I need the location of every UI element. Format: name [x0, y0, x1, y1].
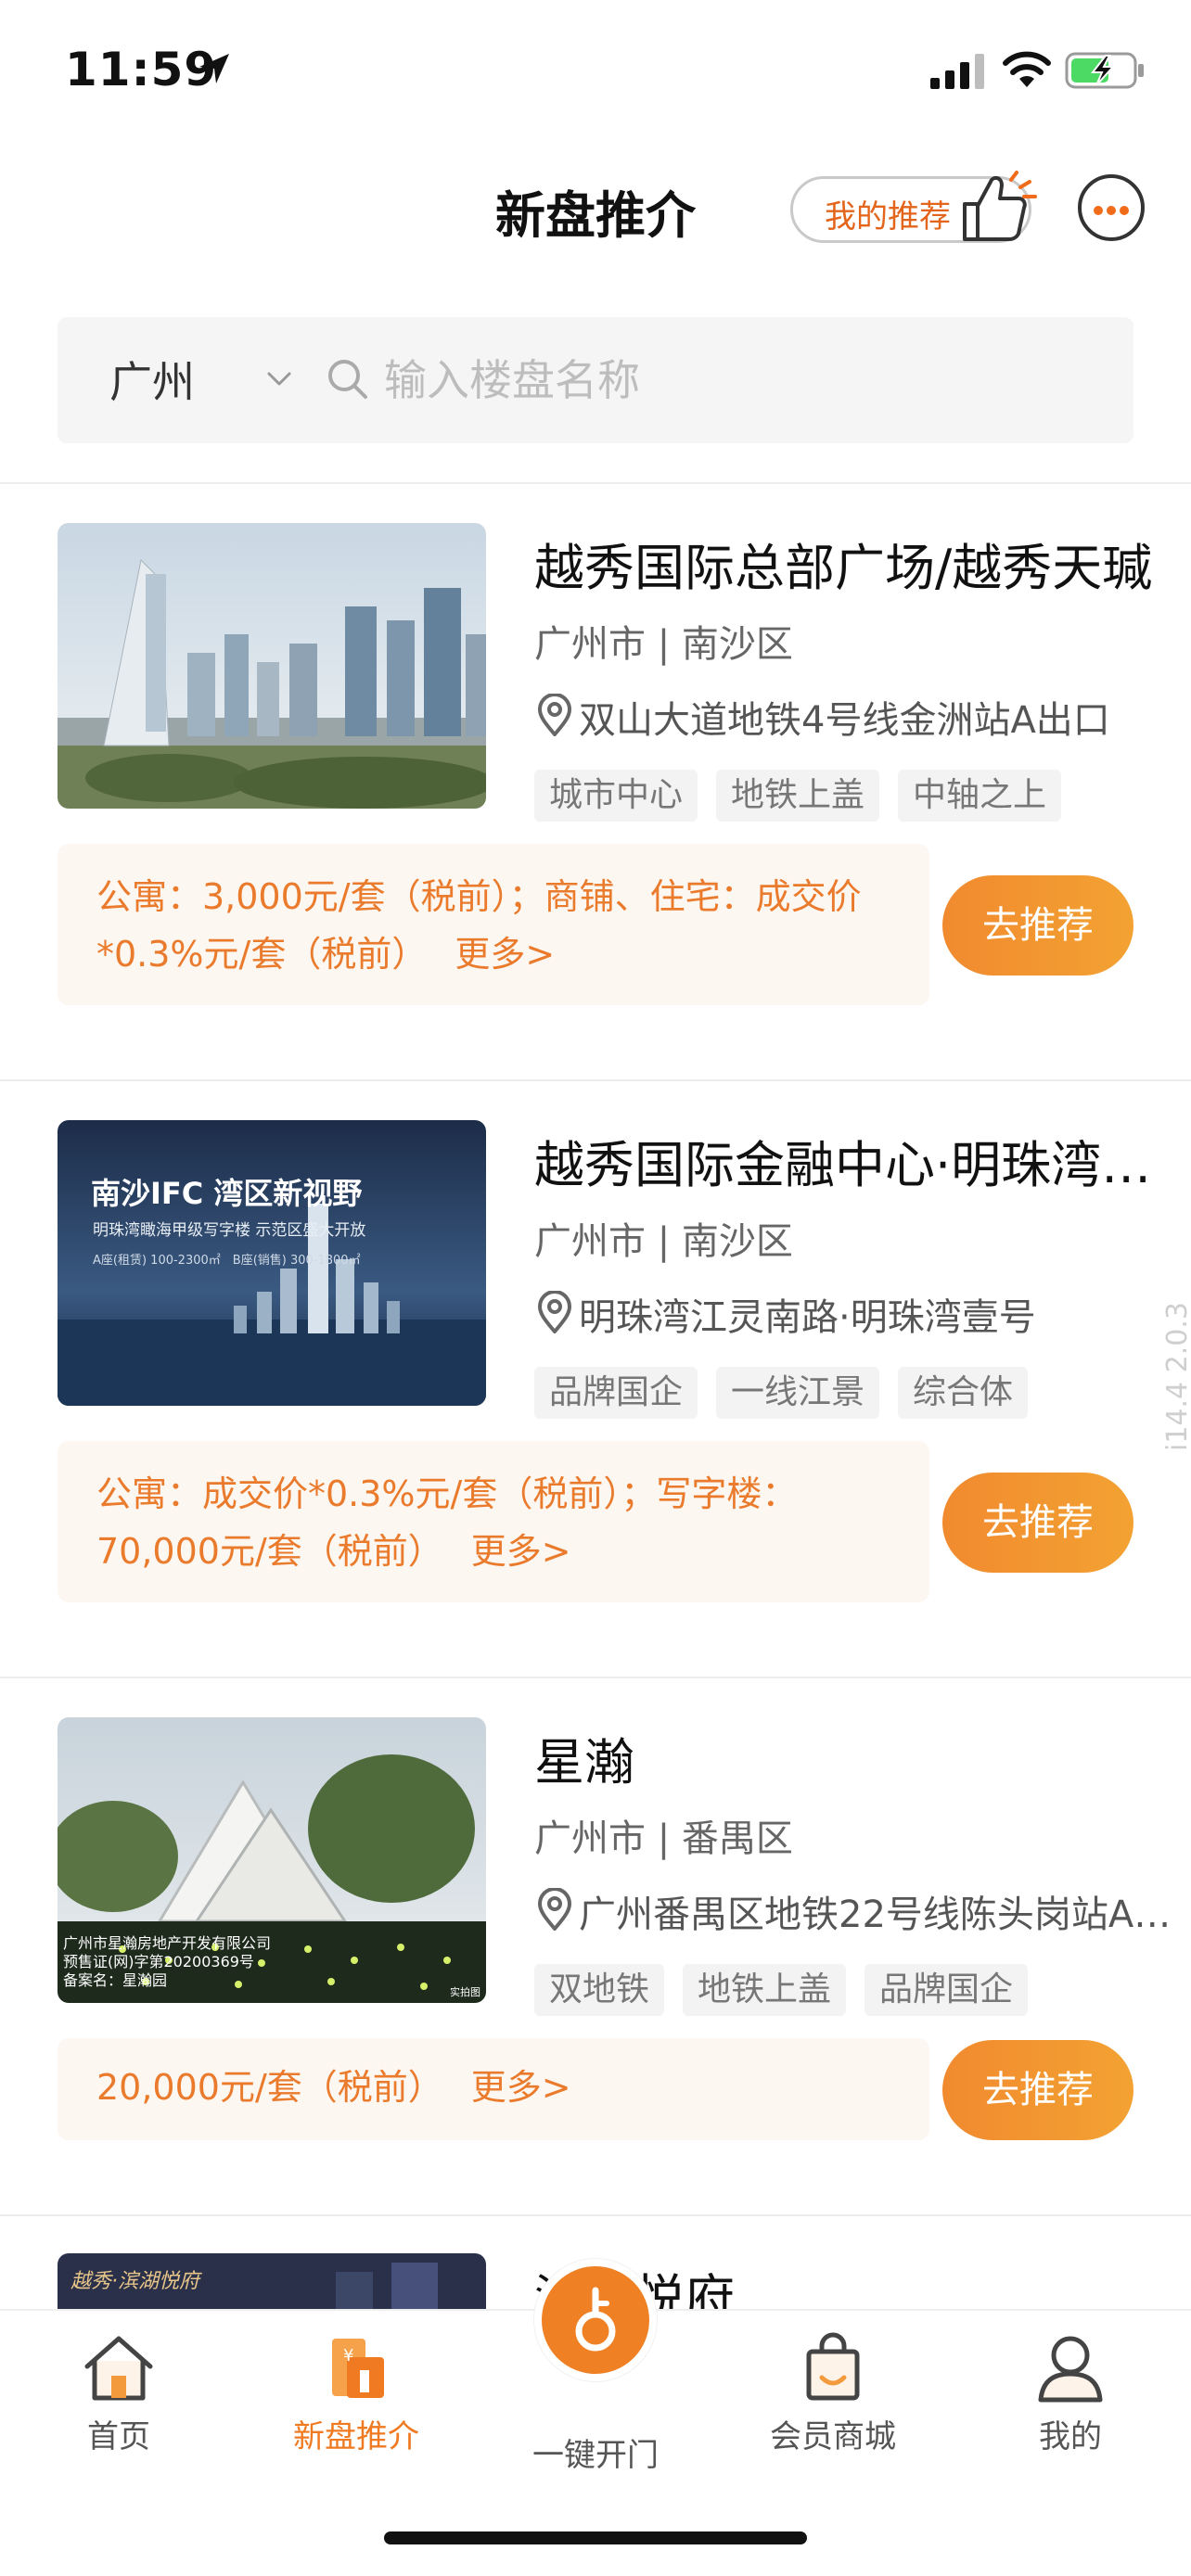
listing-title[interactable]: 星瀚 — [534, 1721, 1174, 1794]
header: 新盘推介 我的推荐 — [0, 148, 1191, 269]
image-spec: A座(租赁) 100-2300㎡ B座(销售) 300-1800㎡ — [93, 1250, 361, 1268]
status-bar: 11:59 — [0, 0, 1191, 139]
location-pin-icon — [537, 1888, 572, 1931]
city-selector[interactable]: 广州 — [109, 349, 195, 410]
more-dot-icon — [1120, 206, 1129, 215]
page: 11:59 新盘推介 我的推荐 广州 输入楼盘名称 越秀国际总部广场/越秀天瑊 … — [0, 0, 1191, 2576]
cellular-signal-icon — [930, 54, 984, 89]
more-link[interactable]: 更多> — [471, 1531, 571, 1572]
my-recommend-label: 我的推荐 — [825, 198, 951, 236]
listing-tag: 品牌国企 — [534, 1367, 698, 1419]
recommend-button[interactable]: 去推荐 — [942, 2040, 1133, 2140]
tab-member-mall[interactable]: 会员商城 — [740, 2331, 926, 2480]
commission-text: 公寓：3,000元/套（税前）；商铺、住宅：成交价*0.3%元/套（税前） 更多> — [96, 868, 903, 983]
home-icon — [84, 2336, 153, 2401]
listing-title[interactable]: 越秀国际总部广场/越秀天瑊 — [534, 527, 1174, 600]
shopping-bag-icon — [806, 2332, 860, 2401]
listing-tags: 品牌国企 一线江景 综合体 — [534, 1367, 1029, 1419]
recommend-button[interactable]: 去推荐 — [942, 1473, 1133, 1573]
more-dot-icon — [1107, 206, 1116, 215]
home-indicator — [384, 2531, 807, 2544]
listing-region: 广州市 | 南沙区 — [534, 1220, 793, 1263]
new-homes-icon: ¥ — [332, 2339, 384, 2398]
listing-tag: 地铁上盖 — [716, 770, 880, 822]
image-corner-label: 实拍图 — [450, 1986, 480, 1998]
listing-region: 广州市 | 番禺区 — [534, 1817, 793, 1860]
search-input[interactable] — [384, 345, 1089, 415]
status-time: 11:59 — [65, 43, 218, 96]
tab-label[interactable]: 一键开门 — [503, 2429, 688, 2475]
listing-tag: 一线江景 — [716, 1367, 880, 1419]
commission-text: 公寓：成交价*0.3%元/套（税前）；写字楼：70,000元/套（税前） 更多> — [96, 1465, 903, 1580]
key-icon — [575, 2287, 616, 2352]
commission-value: 20,000元/套（税前） — [96, 2067, 443, 2108]
listing-address: 双山大道地铁4号线金洲站A出口 — [579, 699, 1110, 742]
divider — [0, 2214, 1191, 2216]
location-pin-icon — [537, 694, 572, 736]
commission-text: 20,000元/套（税前） 更多> — [96, 2059, 903, 2116]
listing-image[interactable]: 南沙IFC 湾区新视野 明珠湾瞰海甲级写字楼 示范区盛大开放 A座(租赁) 10… — [58, 1120, 486, 1406]
tab-label: 我的 — [1039, 2418, 1102, 2455]
listing-card[interactable]: 广州市星瀚房地产开发有限公司 预售证(网)字第20200369号 备案名：星瀚园… — [0, 1680, 1191, 2274]
listing-tag: 综合体 — [898, 1367, 1029, 1419]
image-caption: 广州市星瀚房地产开发有限公司 预售证(网)字第20200369号 备案名：星瀚园 — [63, 1934, 271, 1990]
listing-tag: 地铁上盖 — [683, 1964, 847, 2016]
tab-label: 会员商城 — [770, 2418, 896, 2455]
listing-card[interactable]: 南沙IFC 湾区新视野 明珠湾瞰海甲级写字楼 示范区盛大开放 A座(租赁) 10… — [0, 1083, 1191, 1677]
commission-box[interactable]: 20,000元/套（税前） 更多> — [58, 2038, 929, 2140]
image-spec-b: B座(销售) 300-1800㎡ — [232, 1254, 361, 1268]
battery-charging-icon — [1065, 52, 1144, 89]
one-key-open-button[interactable] — [534, 2259, 657, 2381]
listing-tag: 中轴之上 — [898, 770, 1062, 822]
more-options-button[interactable] — [1078, 174, 1145, 241]
search-bar: 广州 — [58, 317, 1133, 443]
listing-image[interactable] — [58, 523, 486, 809]
image-spec-a: A座(租赁) 100-2300㎡ — [93, 1254, 221, 1268]
tab-label: 新盘推介 — [293, 2418, 419, 2455]
listing-tag: 双地铁 — [534, 1964, 665, 2016]
location-pin-icon — [537, 1291, 572, 1333]
divider — [0, 1677, 1191, 1678]
listing-tags: 城市中心 地铁上盖 中轴之上 — [534, 770, 1062, 822]
svg-text:¥: ¥ — [343, 2346, 353, 2366]
divider — [0, 482, 1191, 484]
location-arrow-icon — [199, 54, 229, 83]
listing-region: 广州市 | 南沙区 — [534, 623, 793, 666]
listing-image[interactable]: 广州市星瀚房地产开发有限公司 预售证(网)字第20200369号 备案名：星瀚园… — [58, 1717, 486, 2003]
listing-address: 明珠湾江灵南路·明珠湾壹号 — [579, 1296, 1036, 1339]
chevron-down-icon[interactable] — [265, 365, 293, 393]
thumbs-up-icon[interactable] — [955, 169, 1039, 243]
image-caption-line: 广州市星瀚房地产开发有限公司 — [63, 1934, 272, 1952]
more-link[interactable]: 更多> — [455, 934, 555, 975]
listing-tags: 双地铁 地铁上盖 品牌国企 — [534, 1964, 1029, 2016]
tab-home[interactable]: 首页 — [26, 2331, 211, 2480]
commission-box[interactable]: 公寓：成交价*0.3%元/套（税前）；写字楼：70,000元/套（税前） 更多> — [58, 1441, 929, 1602]
image-subline: 明珠湾瞰海甲级写字楼 示范区盛大开放 — [93, 1221, 366, 1240]
tab-new-homes[interactable]: ¥ 新盘推介 — [263, 2331, 449, 2480]
image-title: 越秀·滨湖悦府 — [70, 2270, 199, 2293]
tab-label: 首页 — [87, 2418, 150, 2455]
search-icon — [328, 360, 367, 399]
image-caption-line: 预售证(网)字第20200369号 — [63, 1953, 254, 1970]
image-caption-line: 备案名：星瀚园 — [63, 1971, 168, 1989]
listing-address: 广州番禺区地铁22号线陈头岗站A1… — [579, 1894, 1172, 1936]
commission-box[interactable]: 公寓：3,000元/套（税前）；商铺、住宅：成交价*0.3%元/套（税前） 更多> — [58, 844, 929, 1005]
more-dot-icon — [1094, 206, 1103, 215]
version-label: i14.4 2.0.3 — [1161, 1301, 1191, 1451]
listing-tag: 品牌国企 — [864, 1964, 1029, 2016]
tab-mine[interactable]: 我的 — [978, 2331, 1163, 2480]
divider — [0, 1079, 1191, 1081]
commission-value: 公寓：成交价*0.3%元/套（税前）；写字楼：70,000元/套（税前） — [96, 1473, 798, 1572]
image-headline: 南沙IFC 湾区新视野 — [91, 1176, 363, 1211]
listing-title[interactable]: 越秀国际金融中心·明珠湾… — [534, 1124, 1174, 1197]
recommend-button[interactable]: 去推荐 — [942, 875, 1133, 976]
wifi-icon — [1003, 51, 1051, 87]
listing-tag: 城市中心 — [534, 770, 698, 822]
listing-image[interactable]: 越秀·滨湖悦府 — [58, 2253, 486, 2309]
listing-card[interactable]: 越秀国际总部广场/越秀天瑊 广州市 | 南沙区 双山大道地铁4号线金洲站A出口 … — [0, 486, 1191, 1079]
more-link[interactable]: 更多> — [471, 2067, 571, 2108]
user-icon — [1038, 2336, 1103, 2403]
